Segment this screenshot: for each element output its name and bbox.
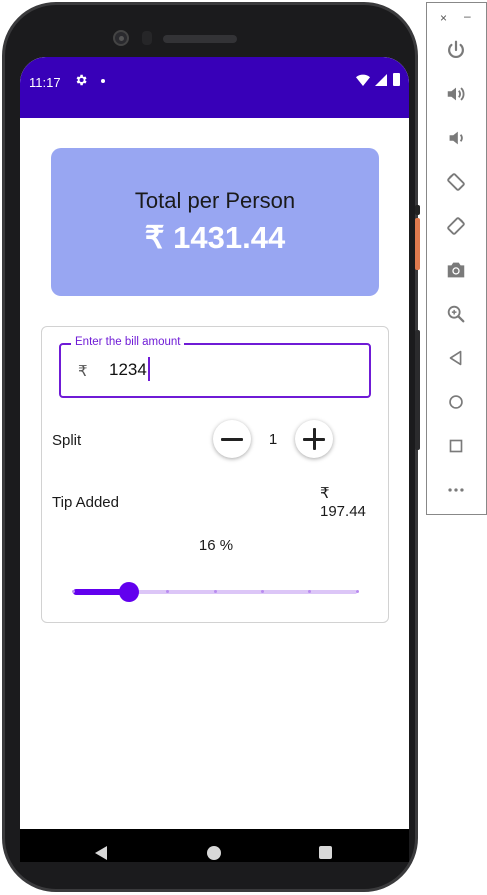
rupee-icon: ₹ xyxy=(78,363,88,380)
status-bar: 11:17 xyxy=(20,57,409,118)
emulator-toolbar: × – xyxy=(426,2,487,515)
split-count: 1 xyxy=(268,431,278,448)
back-icon[interactable] xyxy=(445,347,467,369)
volume-down-icon[interactable] xyxy=(445,127,467,149)
bill-form-card: Enter the bill amount ₹ Split 1 Tip Adde… xyxy=(41,326,389,623)
rotate-right-icon[interactable] xyxy=(445,215,467,237)
bill-field-label: Enter the bill amount xyxy=(71,336,185,348)
more-icon[interactable] xyxy=(445,479,467,501)
tip-amount: 197.44 xyxy=(320,503,366,520)
slider-step-tick xyxy=(355,590,359,593)
bill-amount-input[interactable] xyxy=(109,358,339,382)
front-camera xyxy=(113,30,129,46)
settings-gear-icon xyxy=(76,74,87,86)
power-side-button xyxy=(415,218,420,270)
rotate-left-icon[interactable] xyxy=(445,171,467,193)
side-button-top xyxy=(415,205,420,215)
slider-thumb[interactable] xyxy=(119,582,140,602)
nav-recents-icon[interactable] xyxy=(319,846,332,859)
notification-dot-icon xyxy=(101,79,105,83)
phone-frame: 11:17 Total per Person ₹ 1431.44 Enter t… xyxy=(2,2,418,892)
bill-amount-field[interactable]: Enter the bill amount ₹ xyxy=(59,336,371,398)
volume-side-button xyxy=(415,330,420,450)
zoom-icon[interactable] xyxy=(445,303,467,325)
overview-icon[interactable] xyxy=(445,435,467,457)
tip-slider[interactable] xyxy=(71,582,359,602)
battery-icon xyxy=(393,73,400,86)
volume-up-icon[interactable] xyxy=(445,83,467,105)
slider-step-tick xyxy=(71,590,75,593)
emulator-window: 11:17 Total per Person ₹ 1431.44 Enter t… xyxy=(0,0,487,895)
total-label: Total per Person xyxy=(134,188,296,213)
nav-back-icon[interactable] xyxy=(95,846,107,860)
camera-icon[interactable] xyxy=(445,259,467,281)
navigation-bar xyxy=(20,829,409,862)
signal-icon xyxy=(375,74,387,86)
tip-currency: ₹ xyxy=(320,485,330,502)
earpiece-speaker xyxy=(163,35,237,43)
total-per-person-card: Total per Person ₹ 1431.44 xyxy=(51,148,379,296)
power-icon[interactable] xyxy=(445,39,467,61)
nav-home-icon[interactable] xyxy=(207,846,221,860)
slider-step-tick xyxy=(213,590,217,593)
home-icon[interactable] xyxy=(445,391,467,413)
wifi-icon xyxy=(356,74,370,86)
camera-sensor xyxy=(142,31,152,45)
tip-percent-label: 16 % xyxy=(198,537,234,554)
increase-split-button[interactable] xyxy=(295,420,333,458)
phone-screen: 11:17 Total per Person ₹ 1431.44 Enter t… xyxy=(20,57,409,862)
status-time: 11:17 xyxy=(29,75,61,90)
close-icon[interactable]: × xyxy=(440,11,447,25)
slider-step-tick xyxy=(260,590,264,593)
decrease-split-button[interactable] xyxy=(213,420,251,458)
text-cursor xyxy=(148,357,150,381)
minimize-icon[interactable]: – xyxy=(464,9,471,23)
total-amount: ₹ 1431.44 xyxy=(144,220,286,255)
tip-added-label: Tip Added xyxy=(52,494,119,511)
split-label: Split xyxy=(52,432,82,449)
